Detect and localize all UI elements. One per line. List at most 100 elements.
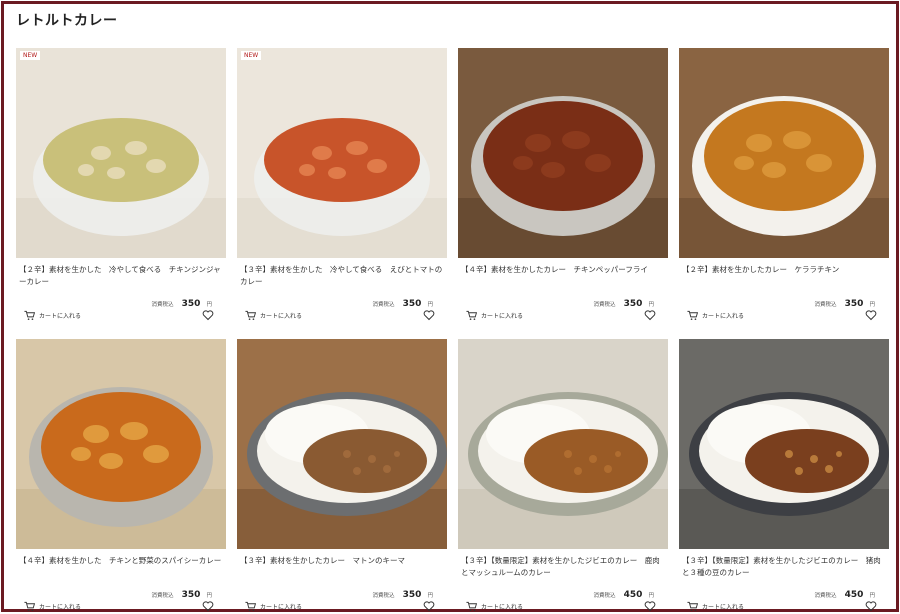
product-photo[interactable]: NEW — [16, 48, 226, 258]
add-to-cart-button[interactable]: カートに入れる — [466, 310, 523, 321]
add-to-cart-label: カートに入れる — [39, 603, 82, 611]
product-card[interactable]: 【３辛】素材を生かしたカレー マトンのキーマ 消費税込 350 円 カートに入れ… — [237, 339, 447, 612]
currency-label: 円 — [869, 593, 875, 599]
price-row: 消費税込 350 円 — [237, 291, 447, 309]
cart-icon — [245, 601, 256, 611]
new-badge: NEW — [20, 51, 41, 60]
product-photo-art — [16, 339, 226, 549]
heart-icon[interactable] — [644, 309, 656, 321]
cart-icon — [24, 601, 35, 611]
currency-label: 円 — [427, 593, 433, 599]
product-actions: カートに入れる — [16, 598, 226, 614]
product-photo-art — [679, 339, 889, 549]
product-photo[interactable] — [679, 339, 889, 549]
tax-label: 消費税込 — [593, 593, 616, 599]
add-to-cart-button[interactable]: カートに入れる — [687, 310, 744, 321]
product-price: 350 — [181, 590, 201, 600]
tax-label: 消費税込 — [151, 593, 174, 599]
product-actions: カートに入れる — [458, 307, 668, 323]
product-card[interactable]: 【４辛】素材を生かしたカレー チキンペッパーフライ 消費税込 350 円 カート… — [458, 48, 668, 322]
currency-label: 円 — [648, 302, 654, 308]
add-to-cart-button[interactable]: カートに入れる — [245, 601, 302, 612]
add-to-cart-button[interactable]: カートに入れる — [466, 601, 523, 612]
currency-label: 円 — [427, 302, 433, 308]
price-row: 消費税込 350 円 — [237, 582, 447, 600]
tax-label: 消費税込 — [372, 302, 395, 308]
page-frame: レトルトカレー NEW 【２辛】素材を生かした 冷やして食べる チキンジンジャー… — [1, 1, 899, 612]
product-name[interactable]: 【４辛】素材を生かしたカレー チキンペッパーフライ — [458, 264, 668, 289]
product-photo-art — [458, 48, 668, 258]
add-to-cart-button[interactable]: カートに入れる — [245, 310, 302, 321]
product-name[interactable]: 【２辛】素材を生かしたカレー ケララチキン — [679, 264, 889, 289]
page-title: レトルトカレー — [16, 13, 118, 29]
cart-icon — [245, 310, 256, 320]
product-photo[interactable] — [16, 339, 226, 549]
product-name[interactable]: 【３辛】【数量限定】素材を生かしたジビエのカレー 鹿肉とマッシュルームのカレー — [458, 555, 668, 580]
product-photo-art — [237, 339, 447, 549]
heart-icon[interactable] — [423, 600, 435, 612]
price-row: 消費税込 450 円 — [679, 582, 889, 600]
heart-icon[interactable] — [202, 600, 214, 612]
product-price: 350 — [844, 299, 864, 309]
cart-icon — [466, 601, 477, 611]
tax-label: 消費税込 — [814, 593, 837, 599]
product-card[interactable]: NEW 【３辛】素材を生かした 冷やして食べる えびとトマトのカレー 消費税込 … — [237, 48, 447, 322]
heart-icon[interactable] — [865, 309, 877, 321]
tax-label: 消費税込 — [814, 302, 837, 308]
product-grid: NEW 【２辛】素材を生かした 冷やして食べる チキンジンジャーカレー 消費税込… — [16, 48, 889, 612]
product-name[interactable]: 【４辛】素材を生かした チキンと野菜のスパイシーカレー — [16, 555, 226, 580]
product-actions: カートに入れる — [16, 307, 226, 323]
add-to-cart-label: カートに入れる — [481, 603, 524, 611]
price-row: 消費税込 350 円 — [16, 291, 226, 309]
cart-icon — [687, 601, 698, 611]
product-photo[interactable] — [237, 339, 447, 549]
heart-icon[interactable] — [202, 309, 214, 321]
add-to-cart-label: カートに入れる — [39, 312, 82, 320]
add-to-cart-label: カートに入れる — [260, 603, 303, 611]
currency-label: 円 — [648, 593, 654, 599]
add-to-cart-label: カートに入れる — [702, 312, 745, 320]
product-name[interactable]: 【３辛】素材を生かしたカレー マトンのキーマ — [237, 555, 447, 580]
heart-icon[interactable] — [423, 309, 435, 321]
product-actions: カートに入れる — [679, 307, 889, 323]
tax-label: 消費税込 — [593, 302, 616, 308]
add-to-cart-button[interactable]: カートに入れる — [24, 310, 81, 321]
product-card[interactable]: 【３辛】【数量限定】素材を生かしたジビエのカレー 鹿肉とマッシュルームのカレー … — [458, 339, 668, 612]
product-price: 350 — [402, 299, 422, 309]
product-price: 350 — [181, 299, 201, 309]
add-to-cart-label: カートに入れる — [702, 603, 745, 611]
product-price: 350 — [623, 299, 643, 309]
product-price: 350 — [402, 590, 422, 600]
product-card[interactable]: NEW 【２辛】素材を生かした 冷やして食べる チキンジンジャーカレー 消費税込… — [16, 48, 226, 322]
add-to-cart-button[interactable]: カートに入れる — [687, 601, 744, 612]
product-card[interactable]: 【３辛】【数量限定】素材を生かしたジビエのカレー 猪肉と３種の豆のカレー 消費税… — [679, 339, 889, 612]
product-actions: カートに入れる — [679, 598, 889, 614]
product-card[interactable]: 【４辛】素材を生かした チキンと野菜のスパイシーカレー 消費税込 350 円 カ… — [16, 339, 226, 612]
add-to-cart-label: カートに入れる — [260, 312, 303, 320]
product-photo-art — [458, 339, 668, 549]
product-photo-art — [237, 48, 447, 258]
heart-icon[interactable] — [865, 600, 877, 612]
product-actions: カートに入れる — [237, 307, 447, 323]
product-name[interactable]: 【３辛】【数量限定】素材を生かしたジビエのカレー 猪肉と３種の豆のカレー — [679, 555, 889, 580]
tax-label: 消費税込 — [151, 302, 174, 308]
new-badge: NEW — [241, 51, 262, 60]
cart-icon — [24, 310, 35, 320]
currency-label: 円 — [206, 593, 212, 599]
cart-icon — [466, 310, 477, 320]
product-photo-art — [16, 48, 226, 258]
product-photo[interactable]: NEW — [237, 48, 447, 258]
product-photo[interactable] — [458, 48, 668, 258]
heart-icon[interactable] — [644, 600, 656, 612]
product-name[interactable]: 【３辛】素材を生かした 冷やして食べる えびとトマトのカレー — [237, 264, 447, 289]
product-photo[interactable] — [458, 339, 668, 549]
product-card[interactable]: 【２辛】素材を生かしたカレー ケララチキン 消費税込 350 円 カートに入れる — [679, 48, 889, 322]
product-photo[interactable] — [679, 48, 889, 258]
product-price: 450 — [623, 590, 643, 600]
price-row: 消費税込 350 円 — [679, 291, 889, 309]
add-to-cart-button[interactable]: カートに入れる — [24, 601, 81, 612]
currency-label: 円 — [869, 302, 875, 308]
price-row: 消費税込 350 円 — [458, 291, 668, 309]
product-name[interactable]: 【２辛】素材を生かした 冷やして食べる チキンジンジャーカレー — [16, 264, 226, 289]
price-row: 消費税込 350 円 — [16, 582, 226, 600]
